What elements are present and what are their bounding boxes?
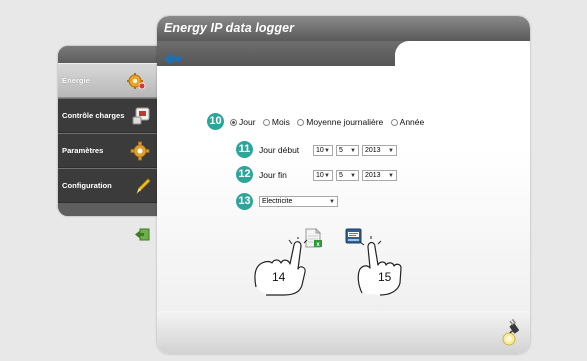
sidebar-header	[58, 46, 158, 63]
sidebar: Énergie Contrôle charges Paramètres Conf…	[58, 46, 158, 216]
energy-gear-icon	[127, 73, 146, 90]
energy-type-value: Electricite	[262, 198, 293, 205]
callout-badge-12: 12	[236, 166, 253, 183]
chevron-down-icon: ▼	[324, 148, 330, 154]
start-month-value: 5	[339, 147, 343, 154]
start-date-label: Jour début	[259, 145, 300, 155]
lamp-plug-icon[interactable]	[500, 318, 522, 346]
sidebar-item-parametres[interactable]: Paramètres	[58, 133, 158, 168]
end-year-value: 2013	[365, 172, 381, 179]
radio-jour[interactable]	[230, 118, 237, 126]
start-year-value: 2013	[365, 147, 381, 154]
end-year-select[interactable]: 2013 ▼	[362, 170, 397, 181]
sidebar-item-configuration[interactable]: Configuration	[58, 168, 158, 203]
radio-mois[interactable]	[262, 118, 270, 126]
sidebar-item-label: Contrôle charges	[62, 111, 125, 120]
chevron-down-icon: ▼	[388, 148, 394, 154]
window-footer	[157, 311, 530, 354]
chevron-down-icon: ▼	[350, 173, 356, 179]
callout-label-15: 15	[378, 270, 392, 284]
energy-type-select[interactable]: Electricite ▼	[259, 196, 338, 207]
start-month-select[interactable]: 5 ▼	[336, 145, 359, 156]
radio-moyenne-journaliere[interactable]	[297, 118, 305, 126]
start-day-value: 10	[316, 147, 324, 154]
hand-pointer-icon	[357, 236, 402, 296]
period-radio-group: Jour Mois Moyenne journalière Année	[230, 117, 425, 127]
sidebar-footer	[58, 203, 158, 216]
start-day-select[interactable]: 10 ▼	[313, 145, 333, 156]
pencil-icon	[136, 178, 151, 195]
end-month-select[interactable]: 5 ▼	[336, 170, 359, 181]
sidebar-item-label: Paramètres	[62, 146, 104, 155]
sidebar-item-energie[interactable]: Énergie	[58, 63, 158, 98]
load-control-icon	[132, 107, 150, 125]
radio-label-mois: Mois	[271, 117, 290, 127]
end-day-value: 10	[316, 172, 324, 179]
title-bar: Energy IP data logger	[157, 16, 530, 41]
callout-badge-11: 11	[236, 141, 253, 158]
sidebar-item-label: Énergie	[62, 76, 90, 85]
callout-badge-10: 10	[207, 113, 224, 130]
chevron-down-icon: ▼	[324, 173, 330, 179]
main-window: Energy IP data logger	[157, 16, 530, 354]
radio-label-jour: Jour	[239, 117, 256, 127]
window-title: Energy IP data logger	[164, 21, 295, 35]
end-month-value: 5	[339, 172, 343, 179]
callout-label-14: 14	[272, 270, 286, 284]
callout-badge-13: 13	[236, 193, 253, 210]
back-arrow-icon[interactable]	[164, 53, 182, 65]
end-day-select[interactable]: 10 ▼	[313, 170, 333, 181]
exit-icon[interactable]	[135, 228, 150, 241]
sidebar-item-label: Configuration	[62, 181, 112, 190]
hand-pointer-icon	[254, 237, 308, 296]
chevron-down-icon: ▼	[329, 199, 335, 205]
chevron-down-icon: ▼	[388, 173, 394, 179]
radio-annee[interactable]	[390, 118, 398, 126]
title-notch	[395, 41, 530, 66]
chevron-down-icon: ▼	[350, 148, 356, 154]
start-year-select[interactable]: 2013 ▼	[362, 145, 397, 156]
radio-label-moyenne-journaliere: Moyenne journalière	[306, 117, 384, 127]
gear-icon	[130, 141, 150, 161]
end-date-label: Jour fin	[259, 170, 287, 180]
radio-label-annee: Année	[399, 117, 425, 127]
sidebar-item-controle-charges[interactable]: Contrôle charges	[58, 98, 158, 133]
